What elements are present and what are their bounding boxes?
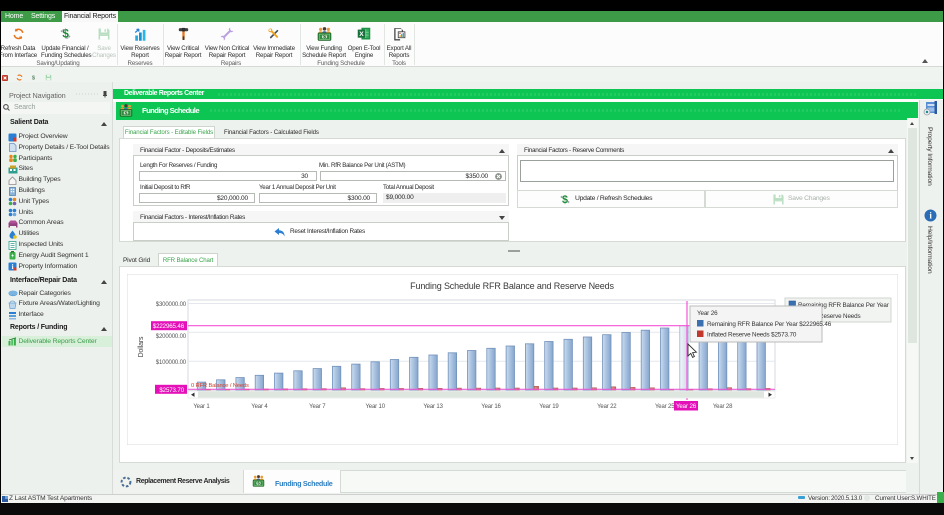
svg-text:Year 7: Year 7 [309,404,326,410]
svg-text:$100000.00: $100000.00 [156,360,187,366]
svg-text:Year 13: Year 13 [423,404,443,410]
svg-text:$: $ [32,75,36,81]
svg-text:Year 16: Year 16 [481,404,501,410]
svg-text:X: X [359,31,364,38]
svg-text:Remaining RFR Balance Per Year: Remaining RFR Balance Per Year $222965.4… [707,321,832,328]
svg-text:Dollars: Dollars [138,336,145,357]
svg-text:Year 28: Year 28 [713,404,733,410]
svg-text:Year 25: Year 25 [655,404,675,410]
svg-text:$300000.00: $300000.00 [156,302,187,308]
svg-text:$200000.00: $200000.00 [156,334,187,340]
svg-text:Year 1: Year 1 [193,404,210,410]
svg-text:Year 19: Year 19 [539,404,559,410]
svg-text:Year 26: Year 26 [697,310,718,317]
svg-text:$222965.46: $222965.46 [153,323,185,330]
svg-text:$: $ [562,194,568,206]
svg-text:Year 10: Year 10 [365,404,385,410]
svg-text:0 RFR Balance / Needs: 0 RFR Balance / Needs [191,383,249,389]
svg-text:Funding Schedule RFR Balance a: Funding Schedule RFR Balance and Reserve… [410,281,614,291]
svg-text:$: $ [323,35,326,41]
svg-text:$: $ [62,29,69,41]
svg-text:Year 4: Year 4 [251,404,268,410]
svg-text:$2573.70: $2573.70 [159,387,184,394]
svg-text:i: i [12,263,14,271]
svg-text:Year 26: Year 26 [676,403,697,410]
svg-text:Year 22: Year 22 [597,404,617,410]
svg-text:Inflated Reserve Needs $2573.7: Inflated Reserve Needs $2573.70 [707,332,797,339]
